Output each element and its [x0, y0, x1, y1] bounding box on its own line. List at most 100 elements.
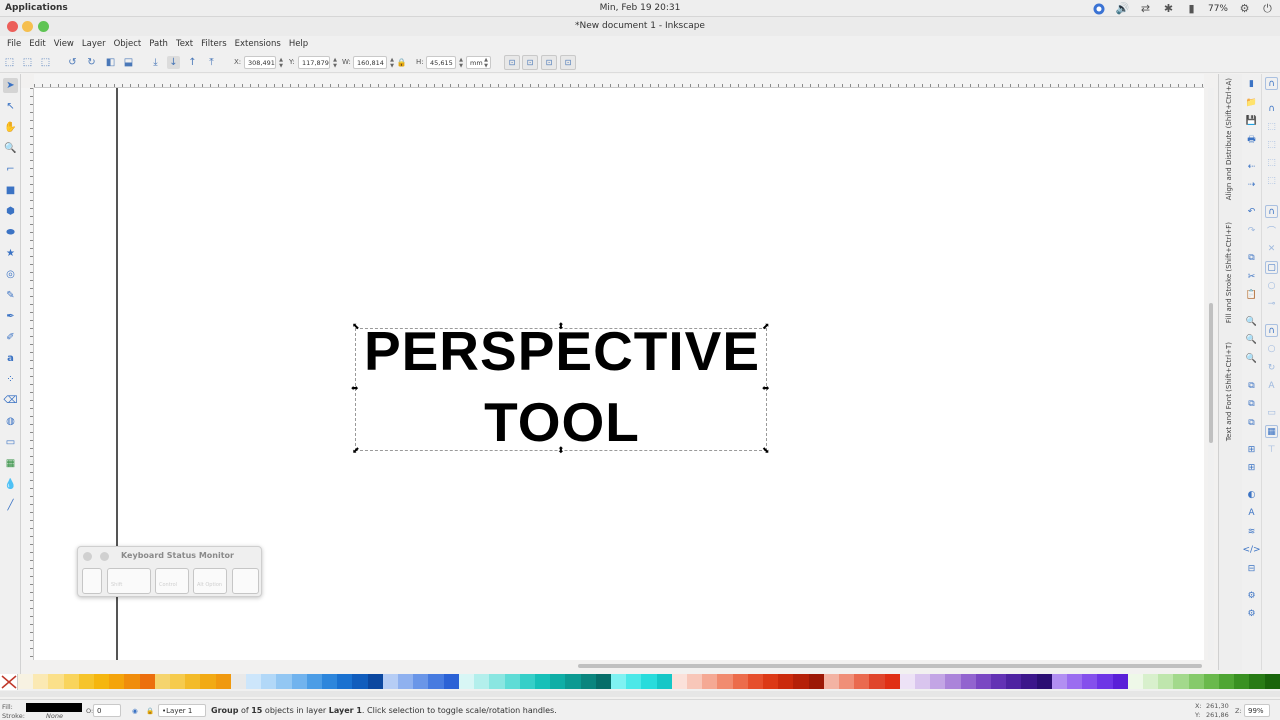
clone-icon[interactable]: ⧉ — [1245, 397, 1258, 410]
vertical-ruler[interactable] — [21, 88, 34, 660]
snap-others-icon[interactable]: ∩ — [1265, 324, 1278, 337]
open-icon[interactable]: 📁 — [1245, 96, 1258, 109]
snap-page-border-icon[interactable]: ▭ — [1265, 406, 1278, 419]
palette-swatch[interactable] — [565, 674, 581, 689]
palette-swatch[interactable] — [170, 674, 186, 689]
no-paint-swatch[interactable] — [0, 674, 18, 690]
star-tool-icon[interactable]: ★ — [3, 246, 18, 261]
snap-guides-icon[interactable]: ⊤ — [1265, 443, 1278, 456]
calligraphy-tool-icon[interactable]: ✐ — [3, 330, 18, 345]
flip-vertical-icon[interactable]: ⬓ — [122, 56, 135, 69]
zoom-page-icon[interactable]: 🔍 — [1245, 352, 1258, 365]
scale-handle-top-right[interactable]: ⬈ — [762, 323, 770, 332]
palette-swatch[interactable] — [1203, 674, 1220, 689]
raise-to-top-icon[interactable]: ⤒ — [205, 56, 218, 69]
save-icon[interactable]: 💾 — [1245, 114, 1258, 127]
dock-tab-fill-stroke[interactable]: Fill and Stroke (Shift+Ctrl+F) — [1225, 222, 1233, 323]
palette-swatch[interactable] — [550, 674, 566, 689]
menu-extensions[interactable]: Extensions — [231, 36, 285, 53]
document-properties-icon[interactable]: ⚙ — [1245, 607, 1258, 620]
x-input[interactable]: 308,491 ▲ ▼ — [244, 56, 283, 69]
snap-object-centers-icon[interactable]: ○ — [1265, 342, 1278, 355]
snap-nodes-icon[interactable]: ∩ — [1265, 205, 1278, 218]
unlink-clone-icon[interactable]: ⧉ — [1245, 416, 1258, 429]
scale-corners-toggle[interactable]: ⊡ — [522, 55, 538, 70]
bluetooth-icon[interactable]: ✱ — [1162, 2, 1175, 15]
palette-swatch[interactable] — [337, 674, 353, 689]
palette-swatch[interactable] — [793, 674, 809, 689]
scale-handle-top[interactable]: ⬍ — [557, 323, 565, 332]
ungroup-icon[interactable]: ⊞ — [1245, 461, 1258, 474]
palette-swatch[interactable] — [1127, 674, 1144, 689]
snap-rotation-centers-icon[interactable]: ↻ — [1265, 361, 1278, 374]
menu-file[interactable]: File — [3, 36, 25, 53]
horizontal-scrollbar[interactable] — [578, 664, 1202, 668]
opacity-input[interactable]: 0 — [93, 704, 121, 717]
palette-swatch[interactable] — [109, 674, 125, 689]
gradient-tool-icon[interactable]: ▭ — [3, 435, 18, 450]
measure-tool-icon[interactable]: ⌐ — [3, 162, 18, 177]
palette-swatch[interactable] — [246, 674, 262, 689]
palette-swatch[interactable] — [610, 674, 627, 689]
unit-select[interactable]: mm ▲ ▼ — [466, 56, 491, 69]
w-input[interactable]: 160,814 ▲ ▼ — [353, 56, 394, 69]
palette-swatch[interactable] — [960, 674, 976, 689]
scale-handle-top-left[interactable]: ⬉ — [352, 323, 360, 332]
menu-filters[interactable]: Filters — [197, 36, 230, 53]
palette-swatch[interactable] — [823, 674, 839, 689]
palette-swatch[interactable] — [1188, 674, 1204, 689]
xml-editor-icon[interactable]: </> — [1242, 543, 1260, 556]
palette-swatch[interactable] — [33, 674, 49, 689]
align-distribute-icon[interactable]: ⊟ — [1245, 562, 1258, 575]
scale-stroke-toggle[interactable]: ⊡ — [504, 55, 520, 70]
h-input[interactable]: 45,615 ▲ ▼ — [426, 56, 463, 69]
text-font-icon[interactable]: A — [1245, 506, 1258, 519]
snap-text-baseline-icon[interactable]: A — [1265, 379, 1278, 392]
palette-swatch[interactable] — [200, 674, 216, 689]
palette-swatch[interactable] — [306, 674, 323, 689]
palette-swatch[interactable] — [717, 674, 733, 689]
palette-swatch[interactable] — [352, 674, 368, 689]
eraser-tool-icon[interactable]: ⌫ — [3, 393, 18, 408]
palette-swatch[interactable] — [1036, 674, 1052, 689]
palette-swatch[interactable] — [778, 674, 794, 689]
palette-swatch[interactable] — [762, 674, 779, 689]
palette-swatch[interactable] — [869, 674, 885, 689]
node-tool-icon[interactable]: ↖ — [3, 99, 18, 114]
lower-to-bottom-icon[interactable]: ⤓ — [149, 56, 162, 69]
zoom-tool-icon[interactable]: 🔍 — [3, 141, 18, 156]
pencil-tool-icon[interactable]: ✎ — [3, 288, 18, 303]
group-icon[interactable]: ⊞ — [1245, 443, 1258, 456]
dropper-tool-icon[interactable]: 💧 — [3, 477, 18, 492]
snap-cusp-nodes-icon[interactable]: ▢ — [1265, 261, 1278, 274]
palette-swatch[interactable] — [1173, 674, 1189, 689]
pen-tool-icon[interactable]: ✒ — [3, 309, 18, 324]
move-gradients-toggle[interactable]: ⊡ — [541, 55, 557, 70]
menu-object[interactable]: Object — [110, 36, 146, 53]
palette-swatch[interactable] — [48, 674, 64, 689]
palette-swatch[interactable] — [215, 674, 231, 689]
palette-swatch[interactable] — [1021, 674, 1037, 689]
import-icon[interactable]: ⇠ — [1245, 160, 1258, 173]
palette-swatch[interactable] — [230, 674, 247, 689]
palette-swatch[interactable] — [808, 674, 824, 689]
palette-swatch[interactable] — [1219, 674, 1235, 689]
3d-box-tool-icon[interactable]: ⬢ — [3, 204, 18, 219]
palette-swatch[interactable] — [139, 674, 155, 689]
snap-bbox-midpoints-icon[interactable]: ⬚ — [1265, 156, 1278, 169]
snap-smooth-nodes-icon[interactable]: ○ — [1265, 279, 1278, 292]
vertical-scroll-thumb[interactable] — [1209, 303, 1213, 443]
palette-swatch[interactable] — [595, 674, 611, 689]
palette-swatch[interactable] — [580, 674, 596, 689]
menu-view[interactable]: View — [50, 36, 78, 53]
palette-swatch[interactable] — [884, 674, 900, 689]
power-icon[interactable]: ⏻ — [1261, 2, 1274, 15]
dock-tab-text-font[interactable]: Text and Font (Shift+Ctrl+T) — [1225, 342, 1233, 441]
palette-swatch[interactable] — [458, 674, 475, 689]
scale-handle-bottom-right[interactable]: ⬊ — [762, 447, 770, 456]
palette-swatch[interactable] — [1112, 674, 1128, 689]
palette-swatch[interactable] — [1051, 674, 1068, 689]
keyboard-status-monitor[interactable]: Keyboard Status Monitor Shift Control Al… — [77, 546, 262, 597]
tweak-tool-icon[interactable]: ✋ — [3, 120, 18, 135]
palette-swatch[interactable] — [63, 674, 79, 689]
